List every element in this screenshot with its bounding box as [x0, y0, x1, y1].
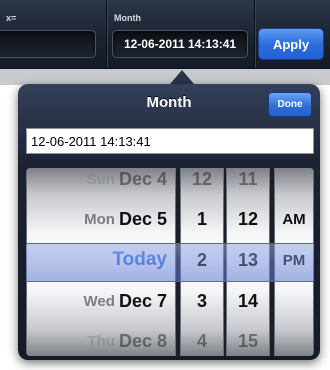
date-picker[interactable]: Sun Dec 4 Mon Dec 5 Today Wed Dec 7 Thu …	[26, 168, 314, 356]
toolbar-divider	[254, 0, 255, 68]
popover-arrow	[170, 70, 194, 84]
date-label: Dec 8	[118, 330, 167, 351]
date-text-field[interactable]: 12-06-2011 14:13:41	[26, 128, 314, 154]
minute-row-selected[interactable]: 13	[227, 241, 269, 279]
left-field[interactable]	[0, 30, 96, 58]
pm-row-selected[interactable]: PM	[275, 241, 313, 279]
date-row[interactable]: Thu Dec 8	[27, 322, 175, 356]
date-row[interactable]: Wed Dec 7	[27, 282, 175, 320]
content-strip	[0, 69, 330, 85]
apply-button[interactable]: Apply	[258, 28, 324, 60]
left-field-label: x=	[6, 13, 17, 23]
weekday-label: Thu	[87, 332, 115, 350]
date-wheel[interactable]: Sun Dec 4 Mon Dec 5 Today Wed Dec 7 Thu …	[26, 168, 176, 356]
done-button[interactable]: Done	[268, 92, 312, 117]
hour-row[interactable]: 4	[181, 322, 223, 356]
today-label: Today	[112, 249, 167, 270]
minute-row[interactable]: 14	[227, 282, 269, 320]
meridiem-wheel[interactable]: AM PM	[274, 168, 314, 356]
weekday-label: Sun	[86, 170, 115, 188]
month-popover: Month Done 12-06-2011 14:13:41 Sun Dec 4…	[18, 84, 320, 360]
hour-row-selected[interactable]: 2	[181, 241, 223, 279]
month-label: Month	[114, 13, 141, 23]
minute-row[interactable]: 15	[227, 322, 269, 356]
weekday-label: Wed	[83, 292, 115, 310]
month-field[interactable]: 12-06-2011 14:13:41	[112, 30, 248, 58]
hour-wheel[interactable]: 12 1 2 3 4	[180, 168, 224, 356]
date-row[interactable]: Sun Dec 4	[27, 168, 175, 198]
hour-row[interactable]: 3	[181, 282, 223, 320]
date-label: Dec 4	[118, 168, 167, 189]
date-label: Dec 5	[118, 208, 167, 229]
date-label: Dec 7	[118, 290, 167, 311]
date-row[interactable]: Mon Dec 5	[27, 200, 175, 238]
toolbar-divider	[106, 0, 107, 68]
hour-row[interactable]: 12	[181, 168, 223, 198]
hour-row[interactable]: 1	[181, 200, 223, 238]
minute-wheel[interactable]: 11 12 13 14 15	[226, 168, 270, 356]
minute-row[interactable]: 12	[227, 200, 269, 238]
top-toolbar: x= Month 12-06-2011 14:13:41 Apply	[0, 0, 330, 69]
am-row[interactable]: AM	[275, 200, 313, 238]
date-row-selected[interactable]: Today	[27, 241, 175, 279]
minute-row[interactable]: 11	[227, 168, 269, 198]
weekday-label: Mon	[84, 210, 115, 228]
